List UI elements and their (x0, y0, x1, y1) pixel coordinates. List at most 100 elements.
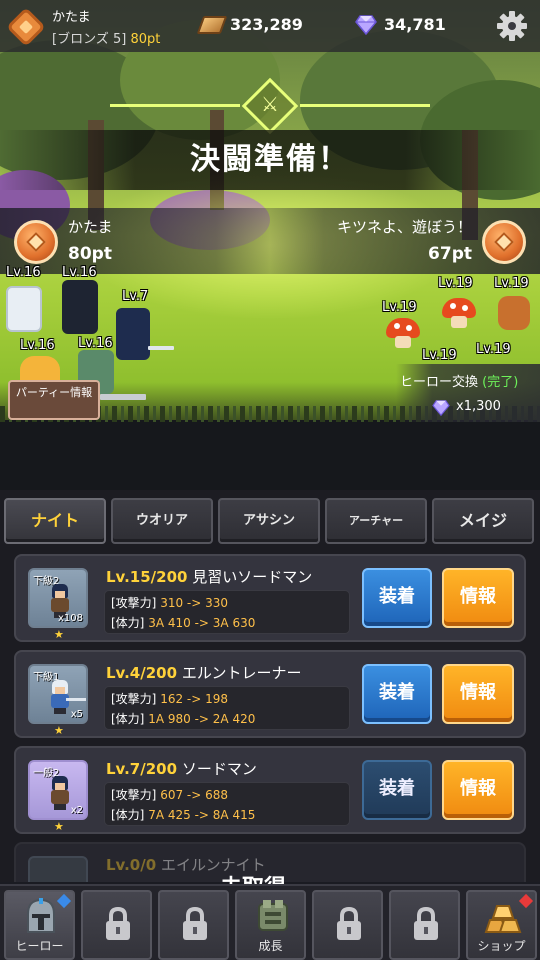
duel-line-left (110, 104, 240, 107)
player-points-left: 80pt (68, 244, 112, 264)
hero-card: 一般2 x2 ★ Lv.7/200 ソードマン [攻撃力] 607 -> 688… (14, 746, 526, 834)
info-button[interactable]: 情報 (442, 664, 514, 724)
rank-badge-icon[interactable] (6, 7, 46, 47)
player-rank: [ブロンズ 5] 80pt (52, 28, 160, 47)
nav-locked-2[interactable] (158, 890, 229, 960)
nav-locked-4[interactable] (389, 890, 460, 960)
hero-list[interactable]: 下級2 x108 ★ Lv.15/200 見習いソードマン [攻撃力] 310 … (0, 552, 540, 882)
hero-card: 下級1 x5 ★ Lv.4/200 エルントレーナー [攻撃力] 162 -> … (14, 650, 526, 738)
nav-hero-label: ヒーロー (15, 939, 64, 953)
star-icon: ★ (54, 820, 64, 833)
hero-sprite (48, 680, 86, 714)
nav-locked-3[interactable] (312, 890, 383, 960)
ally-level: Lv.16 (20, 338, 55, 353)
hero-sprite (48, 776, 72, 810)
tab-knight[interactable]: ナイト (4, 498, 106, 544)
hp-value: 1A 980 -> 2A 420 (148, 712, 256, 726)
hero-count: x2 (70, 805, 83, 816)
party-info-button[interactable]: パーティー情報 (8, 380, 100, 420)
hero-level: Lv.15/200 (106, 568, 188, 586)
hp-label: [体力] (111, 712, 145, 726)
enemy-level: Lv.19 (422, 348, 457, 363)
nav-growth-label: 成長 (258, 939, 283, 953)
hero-count: x108 (57, 613, 83, 624)
ally-hero-dark (62, 280, 98, 334)
gold-ingot-icon (196, 16, 228, 34)
hero-name: エルントレーナー (181, 664, 302, 682)
enemy-level: Lv.19 (438, 276, 473, 291)
top-status-bar: かたま [ブロンズ 5] 80pt 323,289 34,781 (0, 0, 540, 52)
dark-grass-band (0, 406, 540, 490)
atk-value: 310 -> 330 (160, 596, 229, 610)
player-name-left: かたま (68, 218, 113, 236)
enemy-mushroom (386, 318, 420, 348)
ally-level: Lv.16 (78, 336, 113, 351)
lock-icon (106, 906, 130, 940)
hp-label: [体力] (111, 616, 145, 630)
hero-title: Lv.7/200 ソードマン (106, 758, 257, 779)
hp-value: 7A 425 -> 8A 415 (148, 808, 256, 822)
ally-hero-white (6, 286, 42, 332)
nav-shop[interactable]: ショップ (466, 890, 537, 960)
hero-name: ソードマン (181, 760, 257, 778)
nav-hero[interactable]: ヒーロー (4, 890, 75, 960)
atk-value: 607 -> 688 (160, 788, 229, 802)
gem-amount: 34,781 (384, 15, 446, 34)
enemy-level: Lv.19 (494, 276, 529, 291)
hp-label: [体力] (111, 808, 145, 822)
duel-line-right (300, 104, 430, 107)
tab-warrior[interactable]: ウオリア (111, 498, 213, 544)
notification-dot-icon (56, 893, 72, 909)
equip-button[interactable]: 装着 (362, 760, 432, 820)
tab-archer[interactable]: アーチャー (325, 498, 427, 544)
ally-hero-swordman (116, 308, 150, 360)
hero-portrait[interactable]: 下級2 x108 (28, 568, 88, 628)
atk-label: [攻撃力] (111, 788, 157, 802)
equip-button[interactable]: 装着 (362, 568, 432, 628)
hero-exchange-label: ヒーロー交換 (完了) (400, 371, 518, 390)
atk-label: [攻撃力] (111, 596, 157, 610)
duel-title: 決闘準備！ (0, 130, 540, 190)
hero-portrait[interactable]: 下級1 x5 (28, 664, 88, 724)
ally-sword (100, 394, 146, 400)
lock-icon (337, 906, 361, 940)
hero-level: Lv.4/200 (106, 664, 178, 682)
enemy-level: Lv.19 (382, 300, 417, 315)
info-button[interactable]: 情報 (442, 760, 514, 820)
rank-label: [ブロンズ 5] (52, 32, 127, 47)
gold-amount: 323,289 (230, 15, 303, 34)
exchange-amount: x1,300 (456, 399, 501, 414)
exchange-text: ヒーロー交換 (400, 375, 479, 390)
enemy-squirrel (498, 296, 530, 330)
knight-helmet-icon (27, 898, 55, 933)
nav-growth[interactable]: 成長 (235, 890, 306, 960)
hero-stats: [攻撃力] 310 -> 330 [体力] 3A 410 -> 3A 630 (104, 590, 350, 634)
enemy-level: Lv.19 (476, 342, 511, 357)
hero-title: Lv.4/200 エルントレーナー (106, 662, 302, 683)
hero-level: Lv.0/0 (106, 856, 157, 874)
hp-value: 3A 410 -> 3A 630 (148, 616, 256, 630)
gear-icon[interactable] (496, 10, 528, 42)
class-tabs: ナイト ウオリア アサシン アーチャー メイジ (0, 490, 540, 552)
exchange-status: (完了) (482, 375, 519, 390)
equip-button[interactable]: 装着 (362, 664, 432, 724)
tab-mage[interactable]: メイジ (432, 498, 534, 544)
star-icon: ★ (54, 628, 64, 641)
crossed-swords-icon: ⚔ (261, 92, 279, 116)
info-button[interactable]: 情報 (442, 568, 514, 628)
ally-sword (148, 346, 174, 350)
hero-stats: [攻撃力] 162 -> 198 [体力] 1A 980 -> 2A 420 (104, 686, 350, 730)
diamond-icon (355, 15, 377, 35)
nav-locked-1[interactable] (81, 890, 152, 960)
ally-level: Lv.7 (122, 289, 149, 304)
hero-portrait[interactable]: 一般2 x2 (28, 760, 88, 820)
ally-level: Lv.16 (6, 265, 41, 280)
atk-label: [攻撃力] (111, 692, 157, 706)
lock-icon (414, 906, 438, 940)
tab-assassin[interactable]: アサシン (218, 498, 320, 544)
hero-card: 下級2 x108 ★ Lv.15/200 見習いソードマン [攻撃力] 310 … (14, 554, 526, 642)
ally-level: Lv.16 (62, 265, 97, 280)
atk-value: 162 -> 198 (160, 692, 229, 706)
hero-name: 見習いソードマン (192, 568, 313, 586)
opponent-points: 67pt (428, 244, 472, 264)
